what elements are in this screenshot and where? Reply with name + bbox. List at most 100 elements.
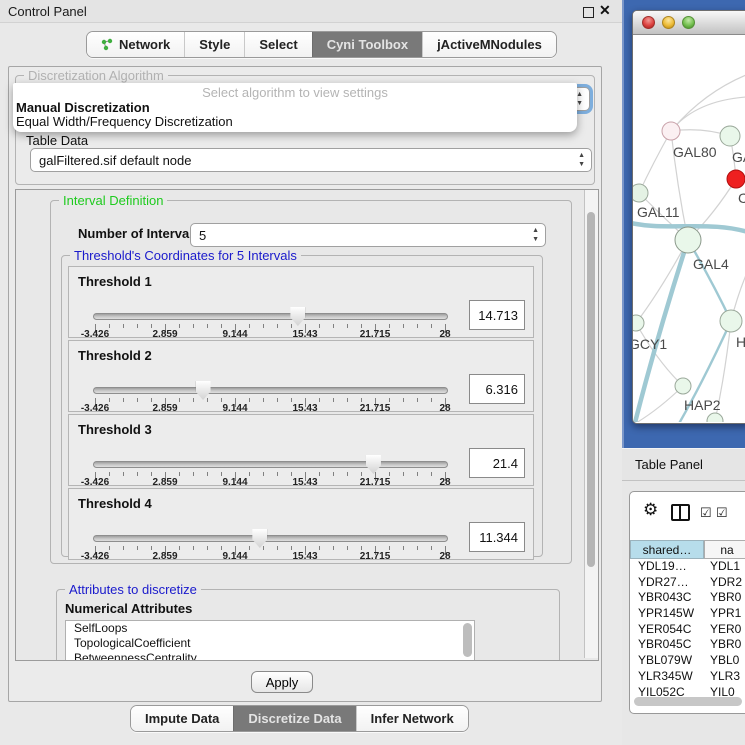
checkbox-checked-icon[interactable]: ☑ (700, 505, 712, 521)
table-data-combobox[interactable]: galFiltered.sif default node ▲▼ (30, 148, 592, 172)
slider-thumb[interactable] (290, 307, 305, 326)
network-edge[interactable] (636, 240, 688, 323)
list-item[interactable]: TopologicalCoefficient (66, 636, 474, 651)
zoom-traffic-light-icon[interactable] (682, 16, 695, 29)
dropdown-placeholder: Select algorithm to view settings (13, 85, 577, 101)
network-edge[interactable] (671, 75, 745, 131)
threshold-value-field[interactable]: 11.344 (469, 522, 525, 552)
threshold-value-field[interactable]: 14.713 (469, 300, 525, 330)
table-horizontal-scrollbar[interactable] (634, 697, 742, 706)
tick-mark (221, 398, 222, 402)
list-scrollbar[interactable] (463, 623, 472, 657)
slider-thumb[interactable] (252, 529, 267, 548)
tick-label: 28 (439, 403, 450, 414)
network-node[interactable] (675, 227, 701, 253)
dropdown-option[interactable]: Equal Width/Frequency Discretization (13, 115, 577, 129)
bottom-tab-impute-data[interactable]: Impute Data (131, 706, 233, 731)
numerical-attributes-label: Numerical Attributes (65, 601, 192, 616)
network-node[interactable] (720, 126, 740, 146)
tick-mark (291, 472, 292, 476)
network-node-label: GA (732, 149, 745, 165)
threshold-label: Threshold 4 (78, 496, 152, 511)
network-node[interactable] (633, 184, 648, 202)
settings-vertical-scrollbar[interactable] (584, 190, 598, 658)
table-row[interactable]: YBR043CYBR0 (630, 590, 745, 606)
table-cell: YDR27… (630, 575, 704, 591)
table-panel-area: ⚙ ☑ ☑ shared…na YDL19…YDL1YDR27…YDR2YBR0… (622, 481, 745, 745)
minimize-traffic-light-icon[interactable] (662, 16, 675, 29)
combobox-spinner-icon[interactable]: ▲▼ (578, 151, 585, 169)
app-window: Control Panel ✕ NetworkStyleSelectCyni T… (0, 0, 745, 745)
network-node-label: GAL11 (637, 204, 680, 220)
close-traffic-light-icon[interactable] (642, 16, 655, 29)
combobox-spinner-icon[interactable]: ▲▼ (532, 226, 539, 244)
table-cell: YPR145W (630, 606, 704, 622)
top-tab-network[interactable]: Network (87, 32, 184, 57)
network-edge[interactable] (688, 240, 731, 321)
table-row[interactable]: YBR045CYBR0 (630, 637, 745, 653)
network-node[interactable] (633, 315, 644, 331)
slider-track[interactable] (93, 535, 448, 542)
bottom-tab-infer-network[interactable]: Infer Network (356, 706, 468, 731)
table-column-header[interactable]: shared… (630, 540, 704, 559)
top-tab-style[interactable]: Style (184, 32, 244, 57)
table-row[interactable]: YDL19…YDL1 (630, 559, 745, 575)
top-tab-jactivemnodules[interactable]: jActiveMNodules (422, 32, 556, 57)
network-node[interactable] (720, 310, 742, 332)
network-canvas[interactable]: GAL80GAGAL11CGAL4GCY1HHAP2 (633, 35, 745, 422)
network-node[interactable] (707, 413, 723, 422)
table-row[interactable]: YBL079WYBL0 (630, 653, 745, 669)
network-edge[interactable] (671, 97, 745, 131)
dropdown-option[interactable]: Manual Discretization (13, 101, 577, 115)
gear-icon[interactable]: ⚙ (643, 500, 658, 520)
split-columns-icon[interactable] (671, 504, 690, 521)
float-window-icon[interactable] (583, 7, 594, 18)
tick-mark (347, 324, 348, 328)
top-tab-cyni-toolbox[interactable]: Cyni Toolbox (312, 32, 422, 57)
slider-track[interactable] (93, 387, 448, 394)
combobox-spinner-icon[interactable]: ▲▼ (576, 90, 583, 108)
tick-mark (361, 324, 362, 328)
top-tab-select[interactable]: Select (244, 32, 311, 57)
threshold-value-field[interactable]: 21.4 (469, 448, 525, 478)
apply-button[interactable]: Apply (251, 671, 313, 693)
slider-track[interactable] (93, 313, 448, 320)
table-row[interactable]: YER054CYER0 (630, 622, 745, 638)
tick-mark (277, 398, 278, 402)
cyni-toolbox-panel: Discretization Algorithm ▲▼ Table Data g… (8, 66, 602, 702)
tick-label: 21.715 (360, 551, 391, 562)
tick-label: -3.426 (81, 477, 109, 488)
tick-label: 2.859 (152, 551, 177, 562)
threshold-value-field[interactable]: 6.316 (469, 374, 525, 404)
bottom-tab-label: Infer Network (371, 711, 454, 726)
network-node[interactable] (675, 378, 691, 394)
table-column-header[interactable]: na (704, 540, 745, 559)
table-cell: YER0 (704, 622, 745, 638)
tick-mark (319, 472, 320, 476)
bottom-tab-discretize-data[interactable]: Discretize Data (233, 706, 355, 731)
slider-thumb[interactable] (196, 381, 211, 400)
table-row[interactable]: YLR345WYLR3 (630, 669, 745, 685)
close-icon[interactable]: ✕ (599, 2, 611, 19)
network-node[interactable] (662, 122, 680, 140)
table-row[interactable]: YDR27…YDR2 (630, 575, 745, 591)
table-row[interactable]: YPR145WYPR1 (630, 606, 745, 622)
control-panel-title: Control Panel (8, 4, 87, 19)
tick-label: 9.144 (222, 329, 247, 340)
network-edge[interactable] (639, 131, 671, 193)
network-node[interactable] (727, 170, 745, 188)
number-of-intervals-combobox[interactable]: 5 ▲▼ (190, 223, 546, 247)
list-item[interactable]: BetweennessCentrality (66, 651, 474, 661)
tick-mark (207, 398, 208, 402)
numerical-attributes-list[interactable]: SelfLoopsTopologicalCoefficientBetweenne… (65, 620, 475, 661)
checkbox-checked-icon[interactable]: ☑ (716, 505, 728, 521)
list-item[interactable]: SelfLoops (66, 621, 474, 636)
network-node-label: GAL4 (693, 256, 729, 272)
tick-mark (263, 546, 264, 550)
tick-mark (319, 398, 320, 402)
slider-track[interactable] (93, 461, 448, 468)
threshold-label: Threshold 3 (78, 422, 152, 437)
slider-thumb[interactable] (366, 455, 381, 474)
tick-mark (389, 472, 390, 476)
scrollbar-thumb[interactable] (587, 212, 595, 567)
